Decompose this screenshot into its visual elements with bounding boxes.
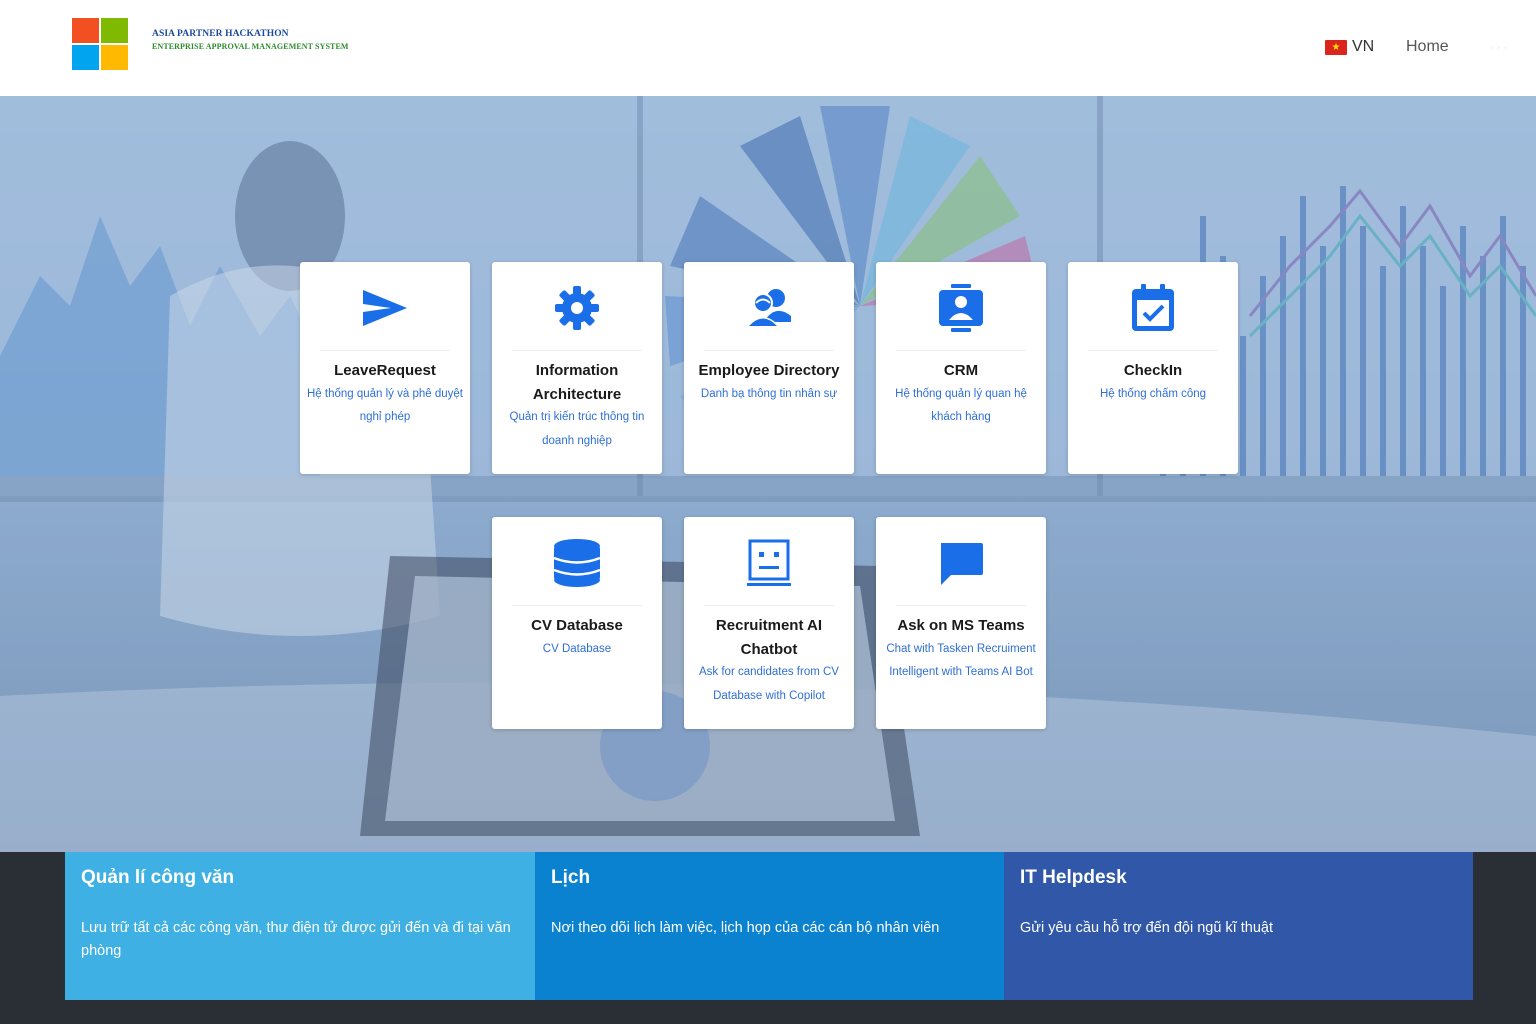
card-description: Ask for candidates from CV Database with… — [699, 666, 839, 702]
microsoft-logo[interactable] — [72, 18, 128, 70]
card-title-text: LeaveRequest — [334, 362, 436, 379]
app-card-leave-request[interactable]: LeaveRequest Hệ thống quản lý và phê duy… — [300, 262, 470, 474]
card-divider — [896, 605, 1026, 606]
panel-title: Quản lí công văn — [81, 867, 235, 888]
brand-title: ASIA PARTNER HACKATHON — [152, 29, 289, 39]
app-card-recruitment-ai-chatbot[interactable]: Recruitment AI Chatbot Ask for candidate… — [684, 517, 854, 729]
card-title-employee-directory: Employee Directory Danh bạ thông tin nhâ… — [690, 359, 848, 406]
panel-description: Gửi yêu cầu hỗ trợ đến đội ngũ kĩ thuật — [1020, 920, 1273, 936]
card-description: Danh bạ thông tin nhân sự — [700, 387, 838, 400]
card-title-ask-on-ms-teams: Ask on MS Teams Chat with Tasken Recruim… — [882, 614, 1040, 685]
logo-red-square — [72, 18, 99, 43]
panel-it-helpdesk[interactable]: IT Helpdesk Gửi yêu cầu hỗ trợ đến đội n… — [1004, 852, 1473, 1000]
card-description: Hệ thống quản lý quan hệ khách hàng — [895, 387, 1027, 424]
app-card-employee-directory[interactable]: Employee Directory Danh bạ thông tin nhâ… — [684, 262, 854, 474]
card-title-information-architecture: Information Architecture Quản trị kiến t… — [498, 359, 656, 453]
card-title-leave-request: LeaveRequest Hệ thống quản lý và phê duy… — [306, 359, 464, 430]
brand-text: ASIA PARTNER HACKATHON ENTERPRISE APPROV… — [152, 29, 349, 51]
paper-plane-icon — [363, 290, 407, 326]
card-description: Quản trị kiến trúc thông tin doanh nghiệ… — [509, 411, 645, 447]
card-title-text: CRM — [943, 362, 979, 379]
card-title-cv-database: CV Database CV Database — [498, 614, 656, 661]
chat-bubble-icon — [941, 543, 983, 585]
brand-subtitle: ENTERPRISE APPROVAL MANAGEMENT SYSTEM — [152, 42, 349, 51]
logo-green-square — [101, 18, 128, 43]
card-title-text: CV Database — [531, 617, 623, 634]
card-description: Hệ thống chấm công — [1099, 387, 1207, 400]
nav-overflow-indicator: · · · — [1490, 42, 1508, 54]
logo-blue-square — [72, 45, 99, 70]
card-description: CV Database — [542, 642, 612, 655]
card-title-text: Ask on MS Teams — [897, 617, 1025, 634]
card-divider — [320, 350, 450, 351]
panel-document-management[interactable]: Quản lí công văn Lưu trữ tất cả các công… — [65, 852, 535, 1000]
panel-description: Lưu trữ tất cả các công văn, thư điện tử… — [81, 920, 511, 959]
app-card-ask-on-ms-teams[interactable]: Ask on MS Teams Chat with Tasken Recruim… — [876, 517, 1046, 729]
language-switcher[interactable]: ★ VN — [1325, 38, 1374, 56]
card-description: Chat with Tasken Recruiment Intelligent … — [886, 642, 1036, 679]
vietnam-flag-icon: ★ — [1325, 39, 1347, 55]
panel-title: Lịch — [551, 867, 591, 888]
card-title-text: CheckIn — [1123, 362, 1183, 379]
panel-description: Nơi theo dõi lịch làm việc, lịch họp của… — [551, 920, 940, 936]
card-divider — [896, 350, 1026, 351]
card-divider — [704, 350, 834, 351]
card-title-crm: CRM Hệ thống quản lý quan hệ khách hàng — [882, 359, 1040, 430]
card-title-checkin: CheckIn Hệ thống chấm công — [1074, 359, 1232, 406]
hero-banner — [0, 96, 1536, 852]
database-icon — [553, 539, 601, 587]
top-header: ASIA PARTNER HACKATHON ENTERPRISE APPROV… — [0, 0, 1536, 96]
card-divider — [512, 605, 642, 606]
card-divider — [704, 605, 834, 606]
app-card-checkin[interactable]: CheckIn Hệ thống chấm công — [1068, 262, 1238, 474]
card-divider — [512, 350, 642, 351]
gear-icon — [555, 286, 599, 330]
card-title-text: Employee Directory — [698, 362, 840, 379]
people-icon — [747, 289, 791, 326]
app-card-cv-database[interactable]: CV Database CV Database — [492, 517, 662, 729]
card-description: Hệ thống quản lý và phê duyệt nghỉ phép — [306, 387, 463, 424]
app-card-crm[interactable]: CRM Hệ thống quản lý quan hệ khách hàng — [876, 262, 1046, 474]
hero-overlay — [0, 96, 1536, 852]
card-title-text: Recruitment AI Chatbot — [715, 617, 823, 658]
panel-title: IT Helpdesk — [1020, 867, 1127, 888]
language-label: VN — [1352, 38, 1375, 55]
card-divider — [1088, 350, 1218, 351]
logo-yellow-square — [101, 45, 128, 70]
card-title-recruitment-ai-chatbot: Recruitment AI Chatbot Ask for candidate… — [690, 614, 848, 708]
calendar-check-icon — [1132, 284, 1174, 331]
app-card-information-architecture[interactable]: Information Architecture Quản trị kiến t… — [492, 262, 662, 474]
card-title-text: Information Architecture — [532, 362, 622, 403]
nav-home-link[interactable]: Home — [1406, 38, 1449, 56]
robot-icon — [747, 539, 791, 586]
contact-badge-icon — [939, 284, 983, 332]
panel-calendar[interactable]: Lịch Nơi theo dõi lịch làm việc, lịch họ… — [535, 852, 1004, 1000]
